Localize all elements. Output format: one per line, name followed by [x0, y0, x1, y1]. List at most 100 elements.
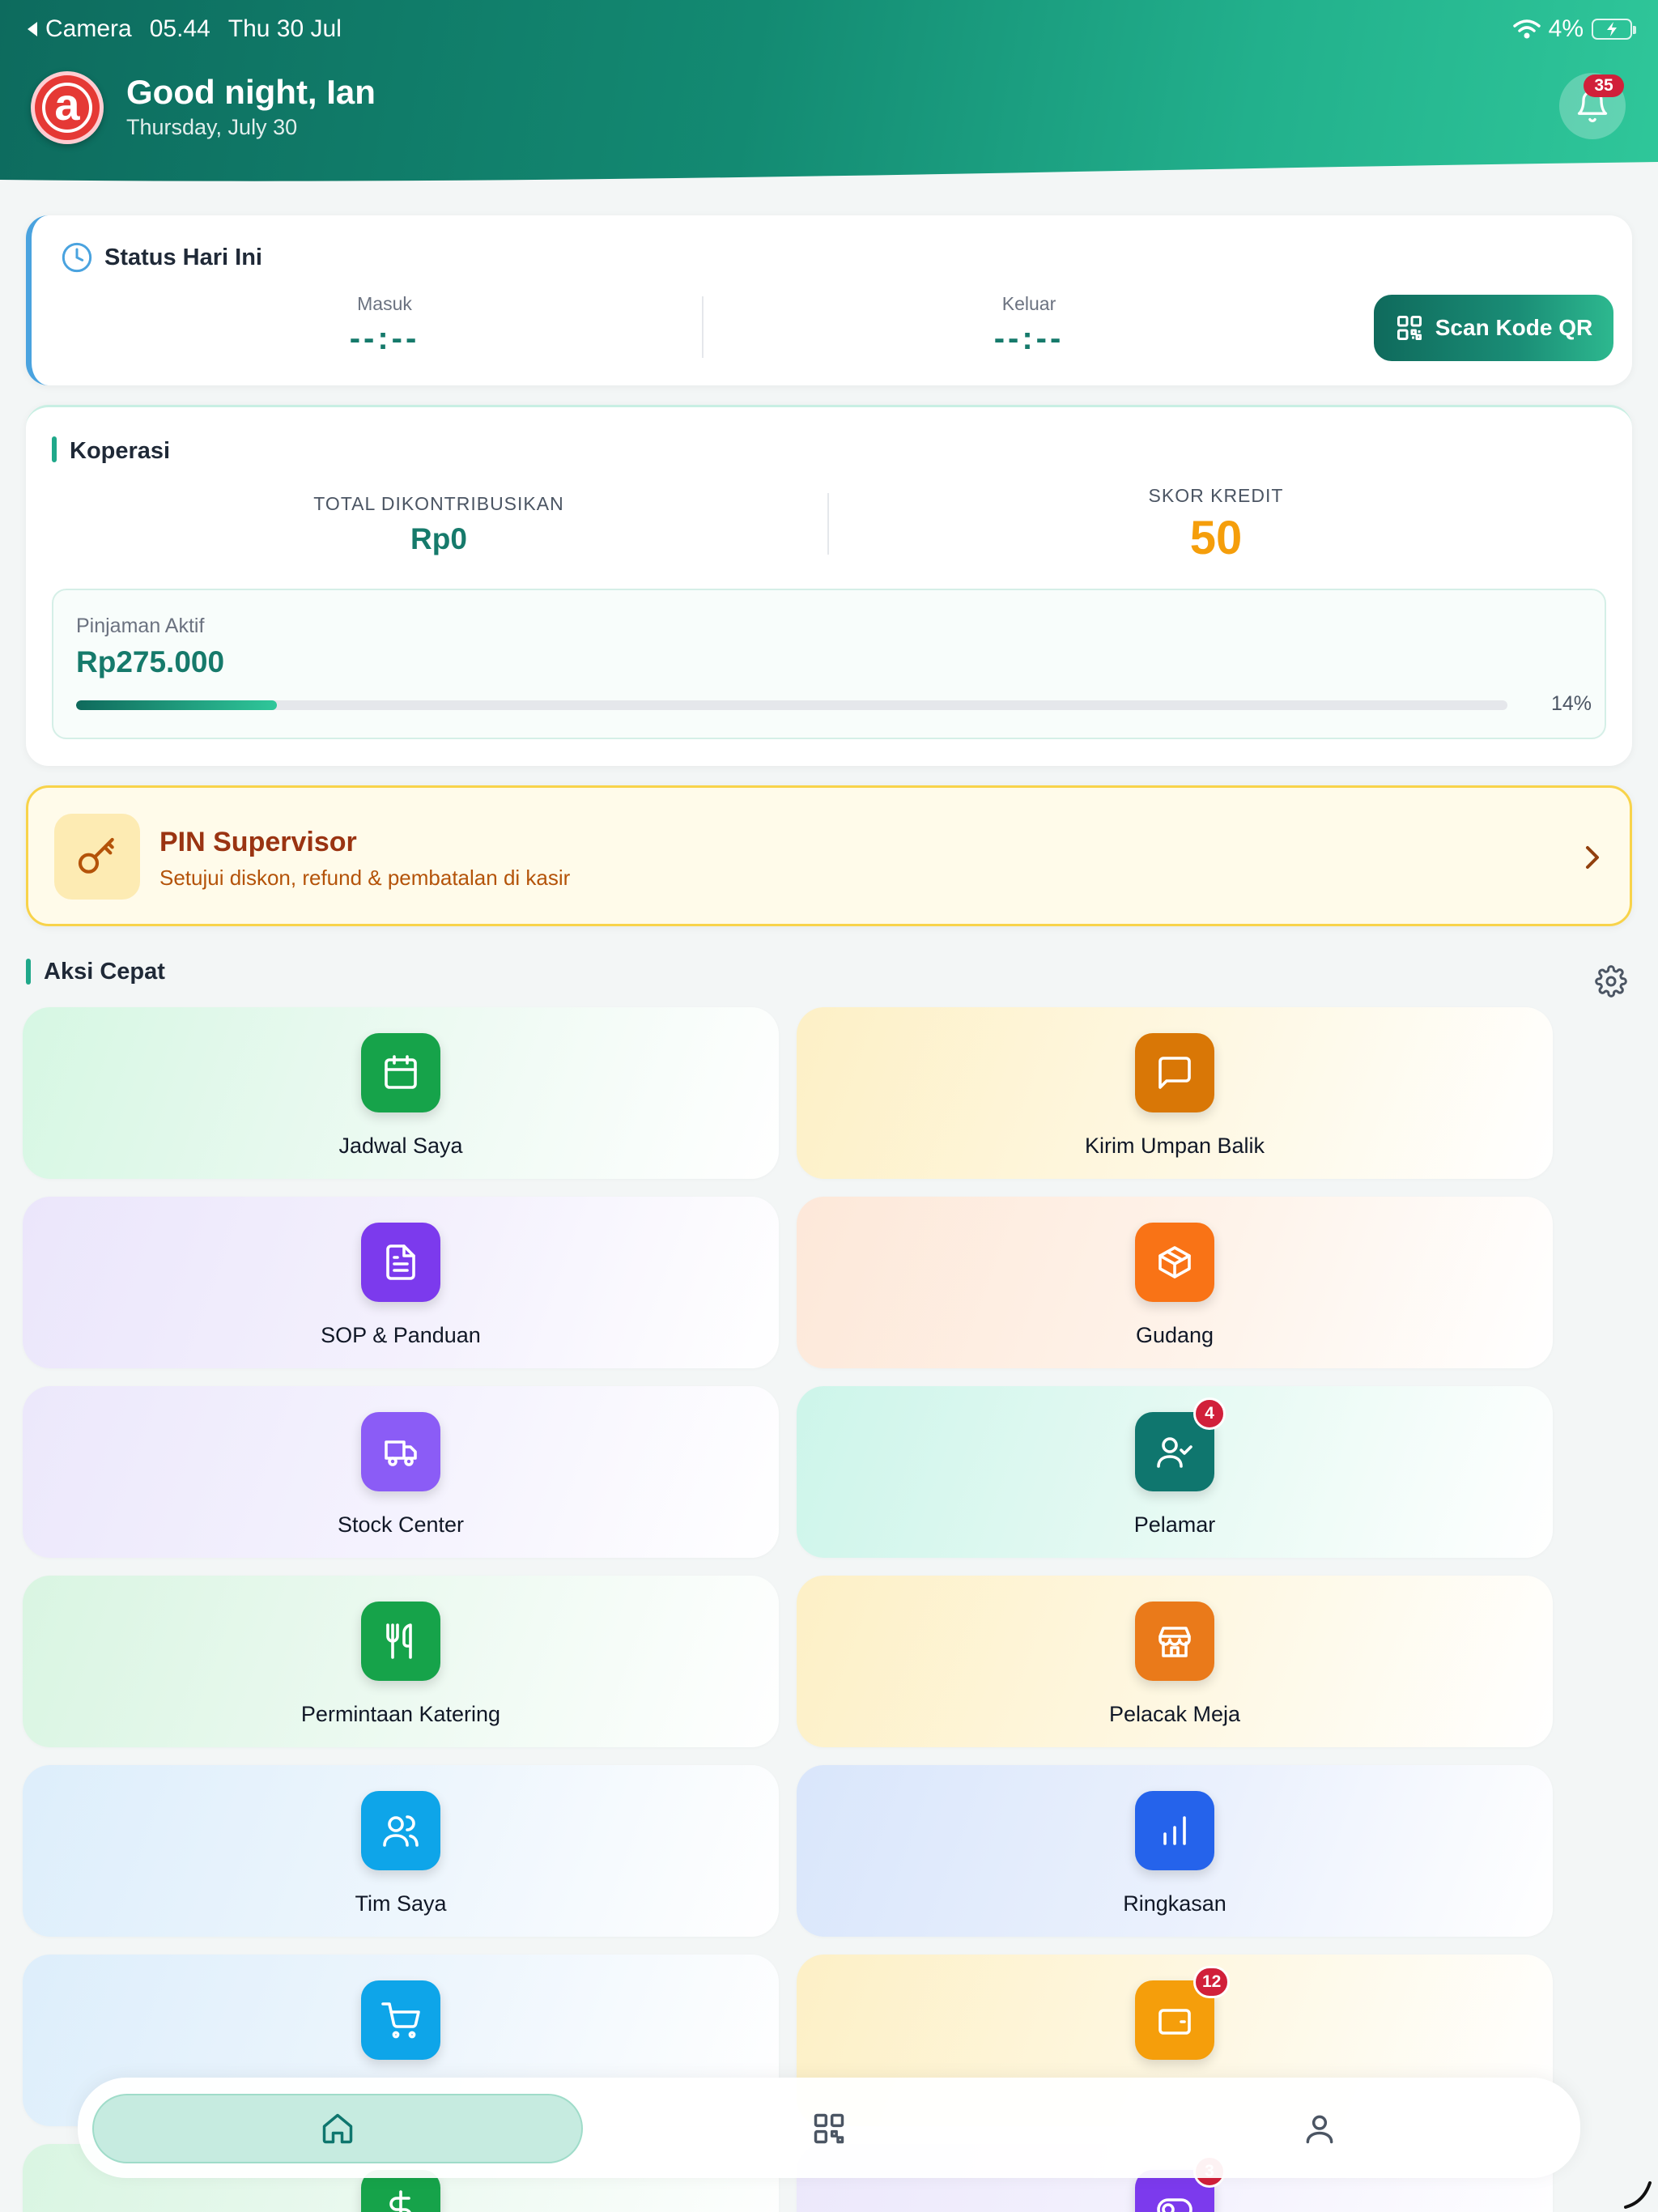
check-in-value: --:-- — [349, 321, 420, 356]
quick-action-icon-box — [1135, 1791, 1214, 1870]
calendar-icon — [385, 1055, 417, 1089]
loan-progress-fill — [76, 700, 277, 710]
quick-action-icon-box — [361, 1791, 440, 1870]
user-icon — [1306, 2115, 1333, 2144]
pin-supervisor-card[interactable]: PIN Supervisor Setujui diskon, refund & … — [26, 785, 1632, 926]
credit-score-value: 50 — [1189, 512, 1243, 564]
quick-action-badge: 4 — [1193, 1397, 1226, 1430]
quick-action-tile[interactable]: Tim Saya — [23, 1765, 779, 1937]
quick-action-tile[interactable]: 4 Pelamar — [797, 1386, 1553, 1558]
box-icon — [1158, 1246, 1191, 1278]
battery-icon — [1592, 19, 1636, 40]
active-loan-value: Rp275.000 — [76, 645, 225, 678]
clock-icon — [62, 242, 92, 273]
home-icon — [322, 2113, 353, 2144]
quick-action-label: Kirim Umpan Balik — [1084, 1134, 1265, 1158]
quick-action-label: Permintaan Katering — [300, 1702, 501, 1726]
quick-action-icon-box — [361, 1980, 440, 2060]
bar-chart-icon — [1163, 1816, 1186, 1845]
quick-action-icon-box — [361, 1412, 440, 1491]
quick-action-icon-box — [1135, 1223, 1214, 1302]
cooperative-title: Koperasi — [70, 438, 171, 464]
active-loan-box[interactable]: Pinjaman Aktif Rp275.000 14% — [52, 589, 1606, 739]
scan-qr-label: Scan Kode QR — [1435, 315, 1593, 340]
quick-action-badge: 12 — [1193, 1966, 1231, 1998]
quick-action-label: Jadwal Saya — [338, 1134, 463, 1158]
quick-action-tile[interactable]: SOP & Panduan — [23, 1197, 779, 1368]
key-icon — [78, 837, 114, 874]
back-triangle-icon — [28, 22, 37, 36]
cooperative-card: Koperasi TOTAL DIKONTRIBUSIKAN Rp0 SKOR … — [26, 405, 1632, 766]
status-divider — [702, 296, 704, 358]
nav-profile-tab[interactable] — [1271, 2094, 1368, 2163]
quick-action-tile[interactable]: Gudang — [797, 1197, 1553, 1368]
back-to-app-link[interactable]: Camera — [26, 15, 132, 43]
quick-action-icon-box — [361, 1033, 440, 1112]
check-out-value: --:-- — [993, 321, 1065, 356]
section-accent-bar — [26, 959, 31, 985]
credit-score-label: SKOR KREDIT — [1148, 485, 1284, 506]
loan-progress-track — [76, 700, 1507, 710]
quick-action-tile[interactable]: Kirim Umpan Balik — [797, 1007, 1553, 1179]
qr-code-icon — [1397, 316, 1422, 340]
quick-action-icon-box — [1135, 1602, 1214, 1681]
pin-supervisor-subtitle: Setujui diskon, refund & pembatalan di k… — [159, 866, 571, 890]
quick-actions-title: Aksi Cepat — [44, 959, 165, 985]
grid-apps-icon — [814, 2113, 844, 2144]
quick-action-label: Pelacak Meja — [1108, 1702, 1241, 1726]
quick-action-tile[interactable]: Stock Center — [23, 1386, 779, 1558]
total-contribution-label: TOTAL DIKONTRIBUSIKAN — [313, 493, 564, 514]
quick-action-label: Pelamar — [1133, 1512, 1216, 1537]
section-accent-bar — [52, 436, 57, 462]
quick-action-tile[interactable]: Permintaan Katering — [23, 1576, 779, 1747]
toggle-icon — [1157, 2198, 1192, 2212]
quick-action-label: SOP & Panduan — [321, 1323, 481, 1347]
today-status-card: Status Hari Ini Masuk --:-- Keluar --:--… — [26, 215, 1632, 385]
gear-icon[interactable] — [1595, 965, 1627, 998]
today-status-title: Status Hari Ini — [104, 245, 262, 270]
device-status-bar: Camera 05.44 Thu 30 Jul 4% — [26, 11, 1636, 47]
quick-action-label: Tim Saya — [355, 1891, 447, 1916]
quick-action-icon-box — [361, 1223, 440, 1302]
chevron-right-icon — [1586, 846, 1599, 869]
user-check-icon — [1157, 1437, 1192, 1468]
cart-icon — [381, 2002, 420, 2039]
quick-action-label: Gudang — [1135, 1323, 1214, 1347]
quick-action-icon-box — [1135, 1033, 1214, 1112]
greeting-title: Good night, Ian — [126, 73, 376, 111]
quick-action-tile[interactable]: Pelacak Meja — [797, 1576, 1553, 1747]
nav-home-tab[interactable] — [92, 2094, 583, 2163]
document-icon — [386, 1244, 415, 1280]
stats-divider — [827, 493, 829, 555]
greeting-date: Thursday, July 30 — [126, 115, 298, 139]
active-loan-label: Pinjaman Aktif — [76, 615, 205, 637]
message-icon — [1158, 1057, 1191, 1089]
scan-qr-button[interactable]: Scan Kode QR — [1374, 295, 1613, 361]
check-out-label: Keluar — [1001, 293, 1056, 314]
pin-icon-container — [54, 814, 140, 900]
nav-apps-tab[interactable] — [780, 2094, 878, 2163]
logo-letter: a — [42, 82, 92, 133]
clock-date: Thu 30 Jul — [227, 15, 342, 42]
quick-action-icon-box — [361, 1602, 440, 1681]
check-in-label: Masuk — [357, 293, 412, 314]
pencil-scribble-mark — [1624, 2181, 1652, 2209]
loan-progress-percent: 14% — [1550, 692, 1592, 715]
bottom-navigation — [78, 2078, 1580, 2178]
app-logo: a — [31, 71, 104, 144]
utensils-icon — [386, 1623, 412, 1659]
back-app-label: Camera — [45, 15, 132, 42]
dollar-icon — [389, 2190, 411, 2212]
users-icon — [383, 1815, 419, 1847]
quick-action-label: Stock Center — [337, 1512, 465, 1537]
quick-action-tile[interactable]: Jadwal Saya — [23, 1007, 779, 1179]
wallet-icon — [1158, 2009, 1191, 2035]
clock-time: 05.44 — [149, 15, 210, 42]
notification-count-badge: 35 — [1584, 74, 1624, 97]
quick-action-tile[interactable]: Ringkasan — [797, 1765, 1553, 1937]
quick-action-label: Ringkasan — [1123, 1891, 1226, 1916]
battery-percent: 4% — [1548, 15, 1584, 42]
total-contribution-value: Rp0 — [410, 522, 467, 555]
store-icon — [1158, 1627, 1191, 1657]
pin-supervisor-title: PIN Supervisor — [159, 827, 357, 857]
